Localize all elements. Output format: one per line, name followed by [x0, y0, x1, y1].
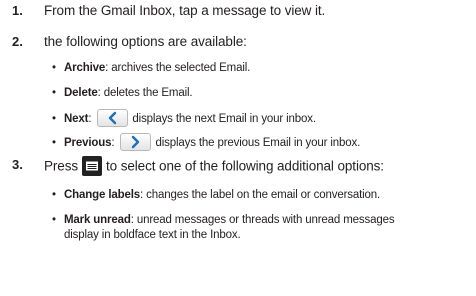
option-desc: : unread messages or threads with unread… [130, 214, 395, 226]
option-next: • Next: displays the next Email in your i… [52, 109, 316, 128]
option-term: Change labels [64, 189, 141, 201]
step-number: 2. [12, 34, 23, 49]
option-change-labels: • Change labels: changes the label on the… [52, 189, 380, 201]
step-text: the following options are available: [44, 34, 247, 49]
step-text-before: Press [44, 158, 79, 174]
step-number: 3. [12, 157, 23, 172]
option-desc-continued: display in boldface text in the Inbox. [64, 229, 241, 241]
option-term: Previous [64, 137, 112, 150]
step-text: From the Gmail Inbox, tap a message to v… [44, 3, 326, 18]
option-term: Archive [64, 62, 106, 74]
option-desc: : deletes the Email. [97, 87, 193, 99]
option-sep: : [88, 113, 92, 126]
step-text: Press to select one of the following addi… [44, 156, 384, 177]
option-desc: displays the previous Email in your inbo… [155, 137, 361, 150]
option-desc: : archives the selected Email. [105, 62, 251, 74]
option-archive: • Archive: archives the selected Email. [52, 62, 250, 74]
bullet: • [52, 137, 56, 150]
option-mark-unread-line2: display in boldface text in the Inbox. [64, 229, 241, 241]
menu-key-icon [82, 156, 103, 176]
bullet: • [52, 113, 56, 126]
step-number: 1. [12, 3, 23, 18]
option-previous: • Previous: displays the previous Email i… [52, 133, 361, 152]
option-desc: displays the next Email in your inbox. [132, 113, 316, 126]
bullet: • [52, 62, 56, 74]
chevron-right-icon [120, 133, 152, 151]
bullet: • [52, 214, 56, 226]
option-term: Delete [64, 87, 98, 99]
bullet: • [52, 87, 56, 99]
step-text-after: to select one of the following additiona… [106, 158, 384, 174]
option-term: Next [64, 113, 89, 126]
option-delete: • Delete: deletes the Email. [52, 87, 193, 99]
option-sep: : [111, 137, 115, 150]
bullet: • [52, 189, 56, 201]
option-term: Mark unread [64, 214, 131, 226]
chevron-left-icon [97, 109, 129, 127]
option-mark-unread: • Mark unread: unread messages or threads… [52, 214, 395, 226]
option-desc: : changes the label on the email or conv… [140, 189, 381, 201]
